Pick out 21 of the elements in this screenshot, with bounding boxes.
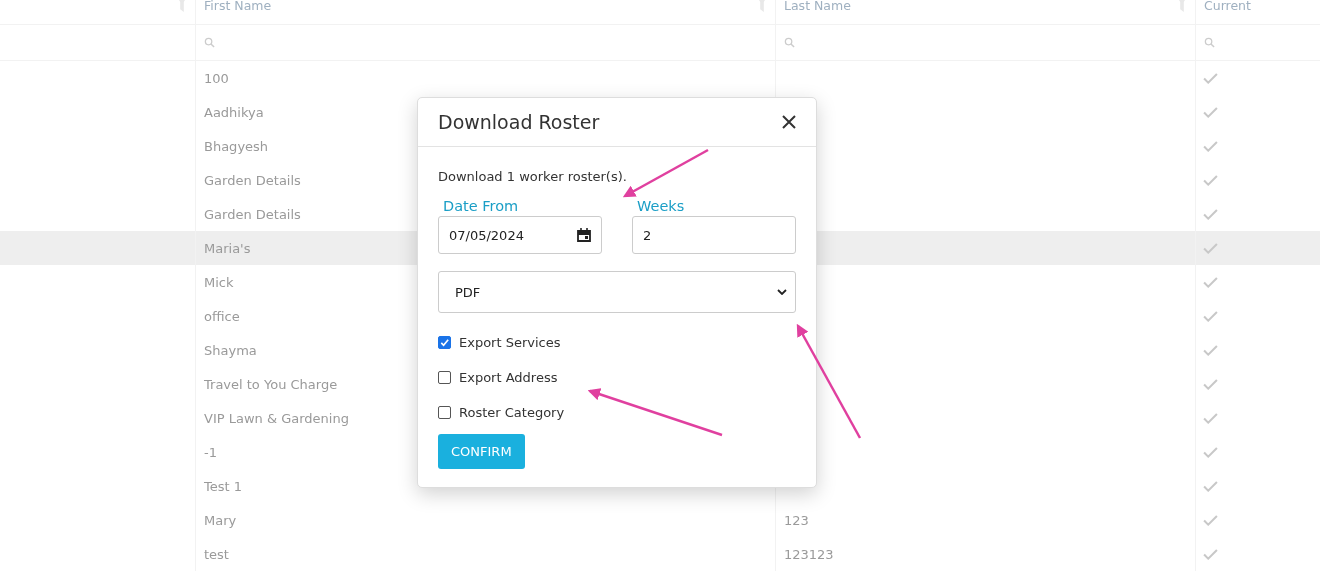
table-cell: Mary — [204, 512, 237, 528]
table-cell: VIP Lawn & Gardening — [204, 410, 349, 426]
table-cell: 123 — [784, 512, 809, 528]
table-cell: office — [204, 308, 240, 324]
dialog-title: Download Roster — [438, 111, 600, 133]
table-cell: Garden Details — [204, 172, 301, 188]
table-cell: Maria's — [204, 240, 251, 256]
table-cell: 123123 — [784, 546, 834, 562]
dialog-message: Download 1 worker roster(s). — [438, 169, 628, 184]
table-cell: Test 1 — [204, 478, 242, 494]
table-cell: Shayma — [204, 342, 257, 358]
table-cell: -1 — [204, 444, 217, 460]
table-cell: Aadhikya — [204, 104, 264, 120]
table-cell: test — [204, 546, 229, 562]
table-cell: Bhagyesh — [204, 138, 269, 154]
field-label: Weeks — [636, 198, 686, 214]
table-cell: Travel to You Charge — [204, 376, 338, 392]
table-cell: Garden Details — [204, 206, 301, 222]
field-label: Date From — [442, 198, 520, 214]
table-cell: Mick — [204, 274, 234, 290]
table-cell: 100 — [204, 70, 229, 86]
